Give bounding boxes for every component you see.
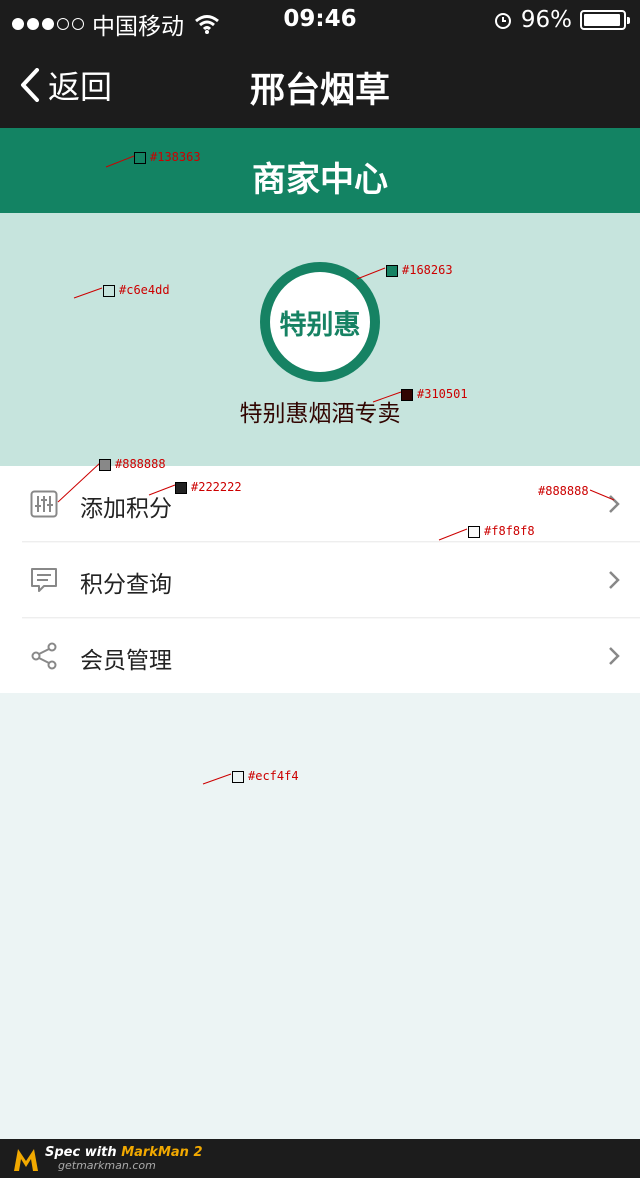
section-title: 商家中心 (252, 160, 388, 200)
annotation-leader (589, 489, 615, 501)
battery-percent: 96% (520, 7, 572, 33)
back-button[interactable]: 返回 (20, 62, 112, 108)
logo-text: 特别惠 (279, 309, 361, 341)
back-label: 返回 (48, 68, 113, 106)
annotation-label: #888888 (115, 457, 166, 471)
markman-watermark: Spec with MarkMan 2 getmarkman.com (0, 1139, 640, 1178)
alarm-icon (494, 13, 511, 29)
annotation-label: #222222 (191, 480, 242, 494)
message-icon (31, 568, 57, 592)
menu-item-member-management[interactable]: 会员管理 (0, 618, 640, 693)
chevron-right-icon (609, 571, 620, 589)
menu-item-label: 会员管理 (80, 648, 172, 674)
watermark-url: getmarkman.com (58, 1159, 156, 1172)
watermark-brand: MarkMan 2 (121, 1145, 203, 1160)
annotation-label: #168263 (402, 263, 453, 277)
share-icon (31, 642, 57, 670)
annotation-label: #f8f8f8 (484, 524, 535, 538)
annotation-label: #138363 (150, 150, 201, 164)
annotation-label: #310501 (417, 387, 468, 401)
sliders-icon (30, 490, 58, 518)
menu-item-label: 积分查询 (80, 572, 172, 598)
menu-item-points-query[interactable]: 积分查询 (0, 542, 640, 617)
annotation-label: #c6e4dd (119, 283, 170, 297)
markman-logo-icon (14, 1149, 38, 1171)
color-annotation: #888888 (538, 484, 615, 501)
logo-inner: 特别惠 (270, 272, 370, 372)
annotation-label: #888888 (538, 484, 589, 498)
battery-icon (580, 10, 630, 30)
watermark-text: Spec with MarkMan 2 (45, 1145, 203, 1160)
status-right: 96% (493, 7, 630, 33)
watermark-prefix: Spec with (45, 1145, 122, 1160)
annotation-label: #ecf4f4 (248, 769, 299, 783)
merchant-profile: 特别惠 特别惠烟酒专卖 (0, 213, 640, 466)
section-header: 商家中心 (0, 128, 640, 213)
status-bar: 中国移动 09:46 96% (0, 0, 640, 40)
chevron-right-icon (609, 647, 620, 665)
chevron-left-icon (21, 68, 39, 102)
nav-bar: 返回 邢台烟草 (0, 40, 640, 128)
store-name: 特别惠烟酒专卖 (239, 401, 401, 427)
